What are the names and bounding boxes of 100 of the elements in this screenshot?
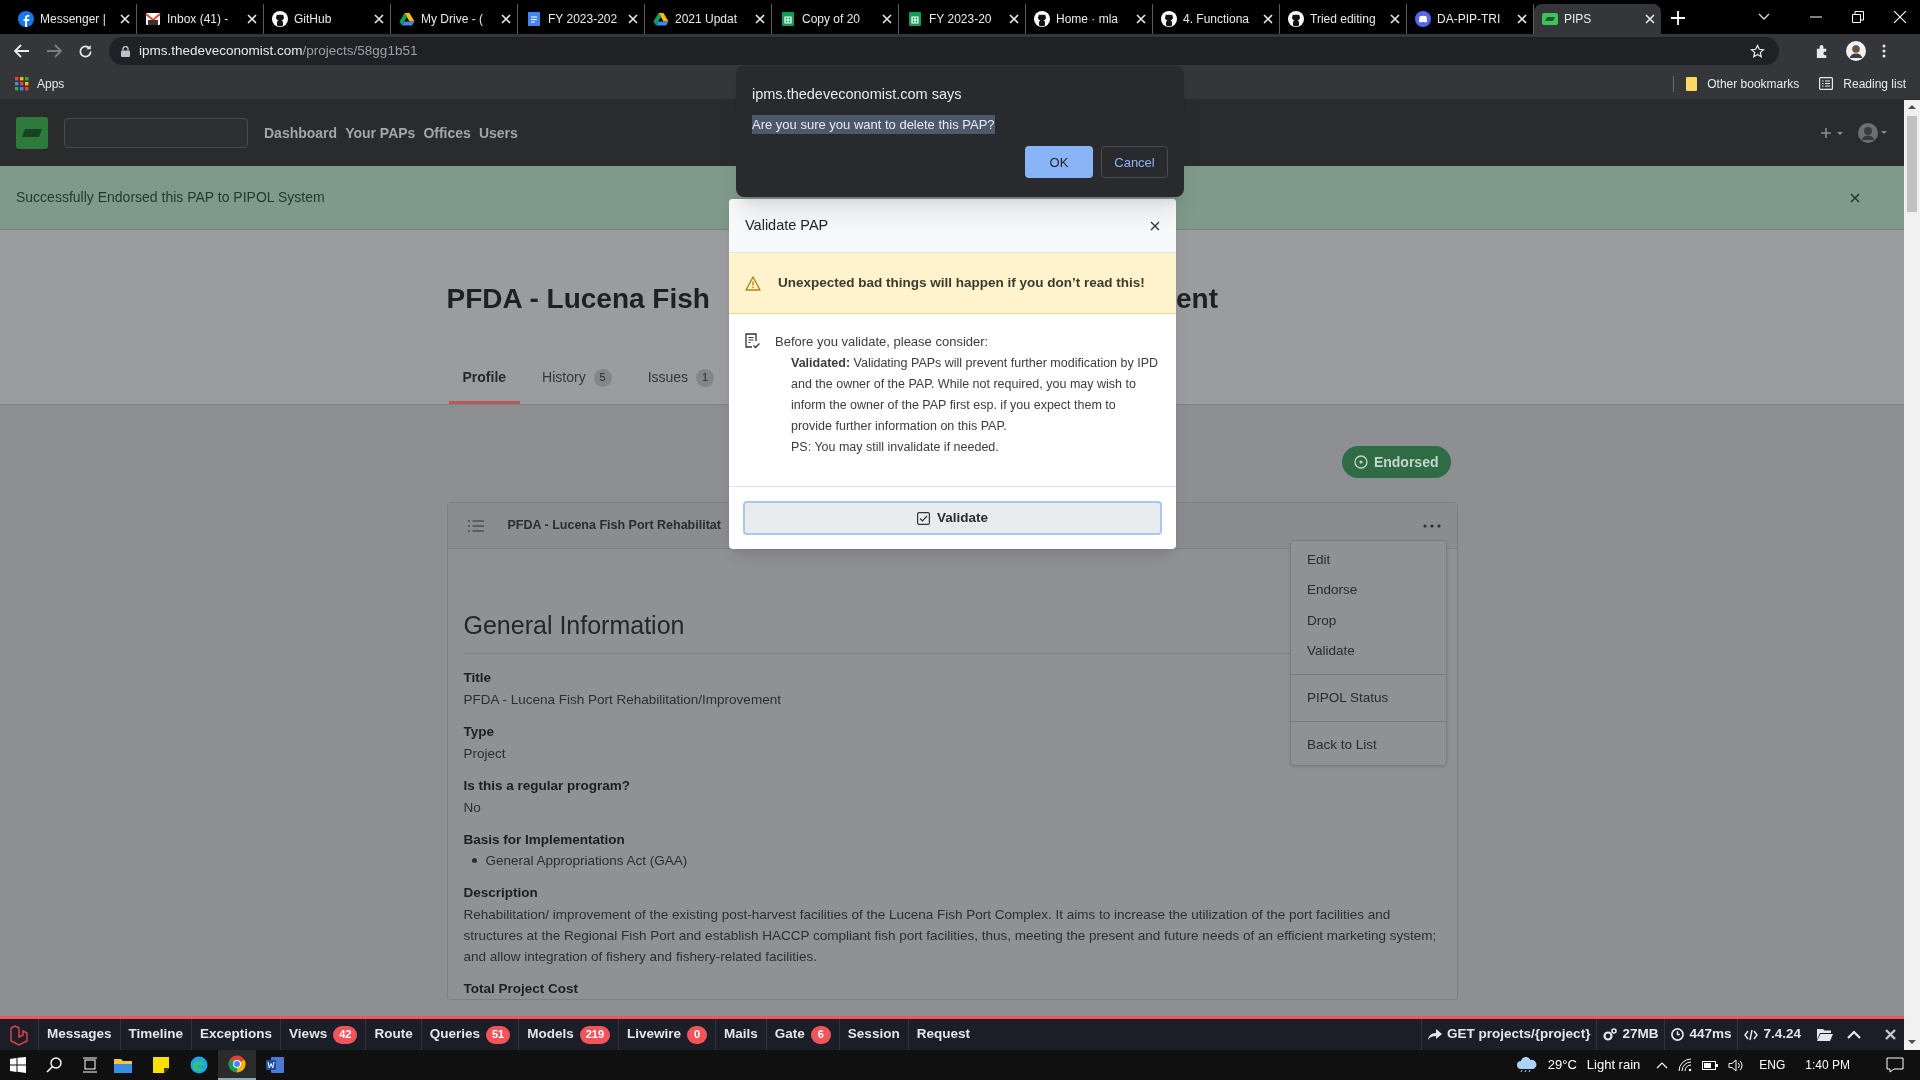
battery-icon[interactable] — [1702, 1060, 1719, 1070]
field-label: Description — [463, 883, 538, 902]
reading-list-icon — [1819, 77, 1834, 90]
spreadsheet-icon — [907, 11, 923, 27]
github-icon — [1161, 11, 1177, 27]
modal-title: Validate PAP — [745, 215, 829, 235]
tab-title: Home · mla — [1056, 11, 1119, 28]
share-arrow-icon — [1428, 1028, 1443, 1041]
chat-bubble-icon — [1415, 11, 1431, 27]
page-title: ent — [1176, 282, 1218, 316]
framework-logo-icon[interactable] — [8, 1023, 30, 1046]
nav-link[interactable]: Offices — [423, 122, 471, 144]
user-menu-icon[interactable] — [1858, 123, 1888, 143]
count-badge: 6 — [810, 1025, 831, 1044]
page-tab[interactable]: Profile — [448, 354, 521, 404]
tab-title: Inbox (41) - — [167, 11, 230, 28]
tab-title: Copy of 20 — [802, 11, 862, 28]
field-value: No — [463, 798, 482, 817]
alert-message: Are you sure you want to delete this PAP? — [752, 114, 995, 135]
apps-grid-icon — [15, 76, 29, 91]
checkbox-icon — [917, 511, 930, 525]
folder-open-icon[interactable] — [1817, 1028, 1833, 1041]
taskbar-app[interactable] — [218, 1050, 256, 1080]
add-menu-icon[interactable] — [1820, 127, 1844, 139]
more-horizontal-icon[interactable] — [1422, 523, 1441, 528]
caret-down-icon[interactable] — [1758, 13, 1770, 21]
ok-button[interactable]: OK — [1025, 146, 1093, 179]
facebook-icon — [18, 11, 34, 27]
menu-item[interactable]: Endorse — [1291, 575, 1446, 606]
count-badge: 1 — [696, 368, 715, 387]
tab-title: Tried editing — [1310, 11, 1377, 28]
lock-icon — [121, 45, 130, 57]
close-icon[interactable] — [1150, 220, 1160, 231]
validate-button[interactable]: Validate — [743, 501, 1162, 536]
word-icon — [266, 1057, 284, 1073]
page-title: PFDA - Lucena Fish — [446, 282, 710, 316]
bookmark-folder[interactable]: Other bookmarks — [1686, 74, 1800, 93]
restore-icon[interactable] — [1852, 11, 1864, 23]
field-label: Title — [463, 668, 491, 687]
count-badge: 51 — [485, 1025, 511, 1044]
nav-link[interactable]: Your PAPs — [345, 122, 416, 144]
page-tab[interactable]: Issues 1 — [633, 354, 729, 404]
count-badge: 5 — [593, 368, 612, 387]
back-arrow-icon[interactable] — [14, 44, 30, 58]
bookmark-link[interactable]: Apps — [14, 74, 66, 93]
count-badge: 0 — [687, 1025, 708, 1044]
count-badge: 219 — [579, 1025, 611, 1044]
search-icon[interactable] — [46, 1057, 62, 1073]
tab-title: PIPS — [1564, 11, 1593, 28]
new-tab-icon[interactable] — [1671, 11, 1685, 25]
address-bar[interactable]: ipms.thedeveconomist.com/projects/58gg1b51 — [109, 37, 1779, 65]
language-indicator[interactable]: ENG — [1759, 1056, 1786, 1074]
page-tab[interactable]: History 5 — [528, 354, 626, 404]
wifi-icon[interactable] — [1678, 1058, 1693, 1072]
warning-text: Unexpected bad things will happen if you don’t read this! — [778, 274, 1145, 292]
task-view-icon[interactable] — [82, 1057, 98, 1073]
checklist-icon — [745, 333, 760, 350]
list-item: General Appropriations Act (GAA) — [485, 851, 688, 870]
browser-swirl-icon — [190, 1056, 208, 1074]
field-label: Is this a regular program? — [463, 776, 631, 795]
field-value: Rehabilitation/ improvement of the existing post-harvest facilities of the Lucena Fish Port Complex. It aims to increase the utilization of the port facilities and structures at the Regional Fish Port and establish HACCP compliant fish port facilities, thus, meeting the present and future needs of an efficient marketing system; and allow integration of fishery and fishery-related facilities. — [463, 905, 1438, 966]
drive-icon — [399, 11, 415, 27]
weather-text: Light rain — [1586, 1056, 1641, 1075]
nav-link[interactable]: Dashboard — [264, 122, 338, 144]
reading-list-button[interactable]: Reading list — [1819, 74, 1906, 93]
chevron-up-icon[interactable] — [1847, 1030, 1861, 1039]
avatar-icon[interactable] — [1846, 41, 1866, 61]
folder-icon — [1686, 76, 1698, 91]
cloud-rain-icon[interactable] — [1515, 1057, 1538, 1073]
document-icon — [526, 11, 542, 27]
status-badge: Endorsed — [1341, 446, 1451, 478]
speaker-icon[interactable] — [1728, 1058, 1744, 1072]
github-icon — [1288, 11, 1304, 27]
clock-text[interactable]: 1:40 PM — [1805, 1056, 1850, 1074]
nav-link[interactable]: Users — [478, 122, 518, 144]
cancel-button[interactable]: Cancel — [1101, 146, 1168, 179]
field-label: Type — [463, 722, 494, 741]
field-value: Project — [463, 744, 507, 763]
warning-icon — [745, 275, 761, 291]
drive-icon — [653, 11, 669, 27]
browser-tab[interactable]: PIPS — [1534, 4, 1661, 34]
notification-icon[interactable] — [1886, 1057, 1904, 1073]
search-field[interactable] — [64, 118, 248, 148]
url-text: ipms.thedeveconomist.com/projects/58gg1b51 — [139, 41, 418, 60]
more-vertical-icon[interactable] — [1882, 44, 1886, 58]
scrollbar[interactable] — [1904, 100, 1920, 1050]
alert-title: ipms.thedeveconomist.com says — [752, 85, 963, 104]
code-icon — [1744, 1028, 1759, 1041]
card-title: PFDA - Lucena Fish Port Rehabilitat — [507, 517, 721, 535]
bookmark-star-icon[interactable] — [1750, 43, 1765, 59]
menu-item[interactable]: Edit — [1291, 545, 1446, 576]
windows-start-icon[interactable] — [10, 1057, 26, 1073]
mail-icon — [145, 11, 161, 27]
menu-item[interactable]: Back to List — [1291, 730, 1446, 761]
forward-arrow-icon — [46, 44, 62, 58]
folder-icon — [114, 1057, 132, 1073]
menu-item[interactable]: PIPOL Status — [1291, 683, 1446, 714]
tab-title: Messenger | — [40, 11, 107, 28]
reload-icon[interactable] — [78, 43, 93, 59]
tab-title: My Drive - ( — [421, 11, 484, 28]
